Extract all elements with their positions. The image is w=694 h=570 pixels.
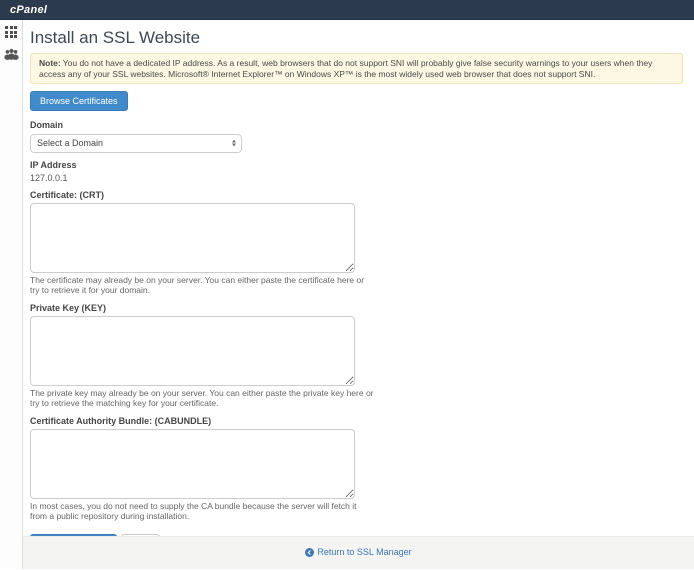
page-footer: Return to SSL Manager bbox=[23, 536, 694, 569]
note-text: You do not have a dedicated IP address. … bbox=[39, 58, 652, 79]
ip-address-value: 127.0.0.1 bbox=[30, 173, 683, 183]
private-key-help-text: The private key may already be on your s… bbox=[30, 388, 375, 409]
cpanel-logo: cPanel bbox=[10, 4, 47, 16]
private-key-textarea[interactable] bbox=[30, 316, 355, 386]
content-area: Install an SSL Website Note:You do not h… bbox=[23, 20, 694, 536]
certificate-textarea[interactable] bbox=[30, 203, 355, 273]
certificate-help-text: The certificate may already be on your s… bbox=[30, 275, 375, 296]
page-frame: Install an SSL Website Note:You do not h… bbox=[0, 20, 694, 569]
domain-group: Domain Select a Domain bbox=[30, 120, 683, 153]
apps-grid-icon[interactable] bbox=[5, 26, 17, 38]
browse-certificates-button[interactable]: Browse Certificates bbox=[30, 91, 128, 111]
domain-label: Domain bbox=[30, 120, 683, 130]
return-link-label: Return to SSL Manager bbox=[317, 547, 411, 557]
private-key-label: Private Key (KEY) bbox=[30, 303, 683, 313]
back-arrow-icon bbox=[305, 548, 314, 557]
ip-address-label: IP Address bbox=[30, 160, 683, 170]
user-groups-icon[interactable] bbox=[4, 48, 19, 60]
sidebar bbox=[0, 20, 23, 569]
private-key-group: Private Key (KEY) The private key may al… bbox=[30, 303, 683, 409]
return-to-ssl-manager-link[interactable]: Return to SSL Manager bbox=[305, 547, 411, 557]
main-panel: Install an SSL Website Note:You do not h… bbox=[23, 20, 694, 569]
ca-bundle-group: Certificate Authority Bundle: (CABUNDLE)… bbox=[30, 416, 683, 522]
ca-bundle-label: Certificate Authority Bundle: (CABUNDLE) bbox=[30, 416, 683, 426]
note-label: Note: bbox=[39, 58, 61, 68]
certificate-group: Certificate: (CRT) The certificate may a… bbox=[30, 190, 683, 296]
certificate-label: Certificate: (CRT) bbox=[30, 190, 683, 200]
domain-select[interactable]: Select a Domain bbox=[30, 134, 242, 153]
ip-address-group: IP Address 127.0.0.1 bbox=[30, 160, 683, 183]
ca-bundle-textarea[interactable] bbox=[30, 429, 355, 499]
domain-select-wrap: Select a Domain bbox=[30, 133, 242, 153]
sni-warning-note: Note:You do not have a dedicated IP addr… bbox=[30, 53, 683, 84]
page-title: Install an SSL Website bbox=[30, 28, 683, 47]
ca-bundle-help-text: In most cases, you do not need to supply… bbox=[30, 501, 375, 522]
app-header: cPanel bbox=[0, 0, 694, 20]
